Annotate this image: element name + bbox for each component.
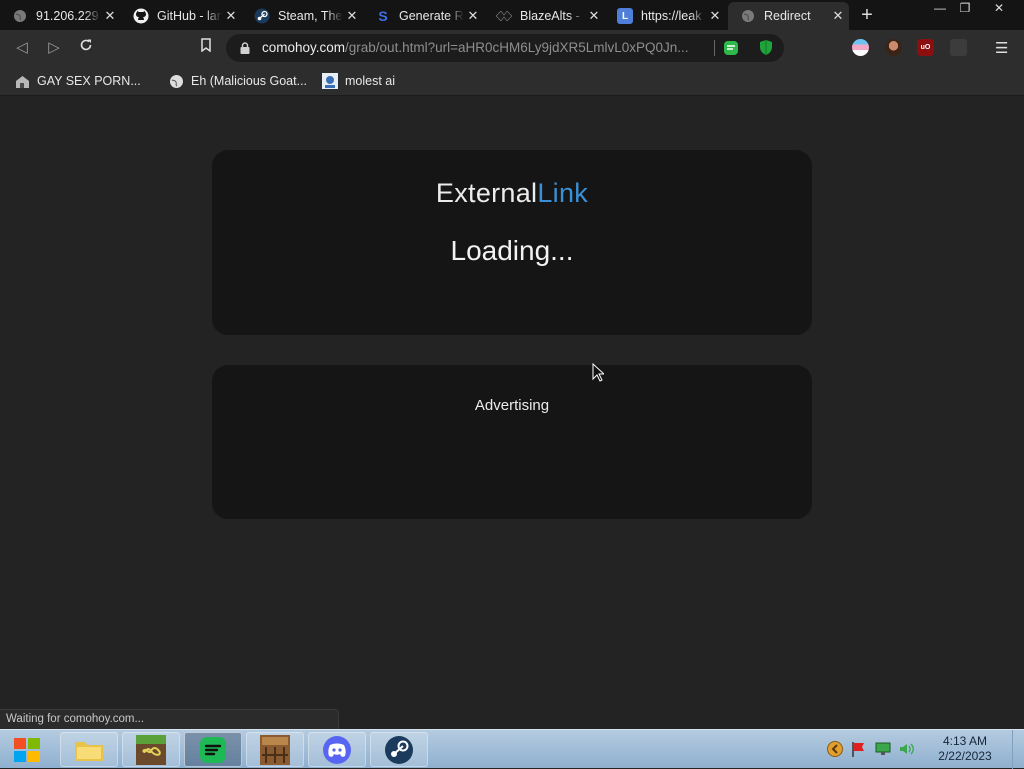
l-logo-icon: L bbox=[617, 8, 633, 24]
globe-icon bbox=[168, 73, 184, 89]
advertising-card: Advertising bbox=[212, 365, 812, 519]
start-orb-icon[interactable] bbox=[7, 732, 47, 767]
steam-icon bbox=[254, 8, 270, 24]
trans-flag-extension-icon[interactable] bbox=[852, 39, 869, 56]
bookmark-item[interactable]: Eh (Malicious Goat... bbox=[168, 72, 307, 90]
s-logo-icon: S bbox=[378, 8, 388, 24]
minecraft-launcher-icon[interactable] bbox=[122, 732, 180, 767]
close-tab-icon[interactable]: ✕ bbox=[101, 8, 119, 24]
blaze-icon bbox=[496, 8, 512, 24]
close-tab-icon[interactable]: ✕ bbox=[829, 8, 847, 24]
globe-icon bbox=[740, 8, 756, 24]
tab-title: BlazeAlts - bbox=[520, 9, 580, 23]
tab-generate[interactable]: S Generate Ro ✕ bbox=[363, 2, 484, 30]
discord-icon[interactable] bbox=[308, 732, 366, 767]
new-tab-button[interactable]: + bbox=[857, 4, 877, 27]
bookmark-item[interactable]: GAY SEX PORN... bbox=[14, 72, 141, 90]
tab-steam[interactable]: Steam, The ✕ bbox=[242, 2, 363, 30]
spotify-icon[interactable] bbox=[184, 732, 242, 767]
brand-part1: External bbox=[435, 178, 538, 208]
action-center-flag-icon[interactable] bbox=[851, 741, 867, 757]
bookmark-item[interactable]: molest ai bbox=[322, 72, 395, 90]
back-arrow-tray-icon[interactable] bbox=[827, 741, 843, 757]
menu-icon[interactable]: ☰ bbox=[995, 39, 1008, 57]
bookmark-label: Eh (Malicious Goat... bbox=[191, 74, 308, 88]
tab-title: 91.206.229 bbox=[36, 9, 99, 23]
tab-ip-address[interactable]: 91.206.229 ✕ bbox=[0, 2, 121, 30]
volume-icon[interactable] bbox=[899, 741, 915, 757]
shield-icon[interactable] bbox=[758, 39, 774, 61]
crafting-table-icon[interactable] bbox=[246, 732, 304, 767]
clock-time: 4:13 AM bbox=[942, 734, 988, 748]
loading-text: Loading... bbox=[450, 235, 574, 266]
bookmark-icon[interactable] bbox=[196, 38, 216, 58]
site-logo: ExternalLink bbox=[212, 178, 812, 209]
image-icon bbox=[322, 73, 338, 89]
tab-title: Generate Ro bbox=[399, 9, 464, 23]
omnibox-divider bbox=[714, 40, 715, 56]
advertising-label: Advertising bbox=[474, 397, 550, 414]
profile-extension-icon[interactable] bbox=[885, 39, 902, 56]
github-icon bbox=[133, 8, 149, 24]
restore-icon[interactable]: ❐ bbox=[952, 0, 978, 18]
tab-github[interactable]: GitHub - lan ✕ bbox=[121, 2, 242, 30]
file-explorer-icon[interactable] bbox=[60, 732, 118, 767]
taskbar: 4:13 AM 2/22/2023 bbox=[0, 729, 1024, 769]
tab-leak[interactable]: L https://leak ✕ bbox=[605, 2, 726, 30]
tab-title: GitHub - lan bbox=[157, 9, 222, 23]
bookmarks-bar: GAY SEX PORN... Eh (Malicious Goat... mo… bbox=[0, 66, 1024, 96]
address-bar[interactable]: comohoy.com/grab/out.html?url=aHR0cHM6Ly… bbox=[226, 34, 784, 62]
url-host: comohoy.com bbox=[262, 40, 346, 55]
brand-part2: Link bbox=[537, 178, 589, 208]
tab-redirect[interactable]: Redirect ✕ bbox=[728, 2, 849, 30]
lock-icon bbox=[240, 41, 250, 54]
tab-title: Redirect bbox=[764, 9, 811, 23]
close-window-icon[interactable]: ✕ bbox=[984, 0, 1014, 18]
extension-disabled-icon[interactable] bbox=[950, 39, 967, 56]
minimize-icon[interactable]: — bbox=[927, 0, 953, 18]
close-tab-icon[interactable]: ✕ bbox=[343, 8, 361, 24]
forward-icon[interactable]: ▷ bbox=[44, 38, 64, 58]
close-tab-icon[interactable]: ✕ bbox=[222, 8, 240, 24]
close-tab-icon[interactable]: ✕ bbox=[706, 8, 724, 24]
browser-toolbar: ◁ ▷ comohoy.com/grab/out.html?url=aHR0cH… bbox=[0, 30, 1024, 66]
extension-green-chat-icon[interactable] bbox=[723, 40, 739, 61]
external-link-card: ExternalLink Loading... bbox=[212, 150, 812, 335]
url-text: comohoy.com/grab/out.html?url=aHR0cHM6Ly… bbox=[262, 40, 712, 55]
house-icon bbox=[14, 73, 30, 89]
tab-title: Steam, The bbox=[278, 9, 343, 23]
system-clock[interactable]: 4:13 AM 2/22/2023 bbox=[930, 734, 1000, 764]
network-icon[interactable] bbox=[875, 741, 891, 757]
show-desktop-button[interactable] bbox=[1012, 730, 1024, 769]
status-bar: Waiting for comohoy.com... bbox=[0, 709, 339, 729]
tab-blazealts[interactable]: BlazeAlts - ✕ bbox=[484, 2, 605, 30]
bookmark-label: GAY SEX PORN... bbox=[37, 74, 141, 88]
page-content: ExternalLink Loading... Advertising bbox=[0, 97, 1024, 730]
close-tab-icon[interactable]: ✕ bbox=[464, 8, 482, 24]
url-path: /grab/out.html?url=aHR0cHM6Ly9jdXR5LmlvL… bbox=[345, 40, 689, 55]
reload-icon[interactable] bbox=[76, 38, 96, 58]
close-tab-icon[interactable]: ✕ bbox=[585, 8, 603, 24]
bookmark-label: molest ai bbox=[345, 74, 396, 88]
clock-date: 2/22/2023 bbox=[938, 749, 992, 763]
globe-icon bbox=[12, 8, 28, 24]
steam-icon[interactable] bbox=[370, 732, 428, 767]
tab-strip: 91.206.229 ✕ GitHub - lan ✕ Steam, The ✕… bbox=[0, 0, 1024, 30]
mouse-cursor-icon bbox=[592, 362, 606, 387]
ublock-origin-icon[interactable]: uO bbox=[917, 39, 934, 56]
back-icon[interactable]: ◁ bbox=[12, 38, 32, 58]
tab-title: https://leak bbox=[641, 9, 702, 23]
